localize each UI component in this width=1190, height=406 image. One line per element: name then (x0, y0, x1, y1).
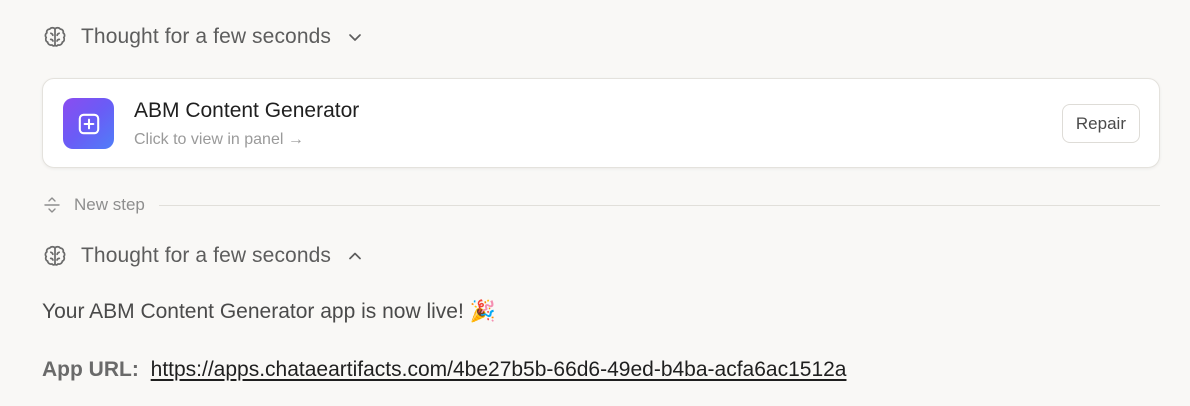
brain-icon (42, 243, 68, 269)
new-step-label: New step (74, 195, 145, 214)
thought-label-1: Thought for a few seconds (81, 25, 331, 48)
thought-toggle-2[interactable]: Thought for a few seconds (42, 242, 364, 270)
plus-square-icon (63, 98, 114, 149)
step-divider-icon (42, 195, 62, 215)
artifact-subtitle: Click to view in panel → (134, 131, 304, 148)
thought-toggle-1[interactable]: Thought for a few seconds (42, 23, 364, 51)
artifact-card[interactable]: ABM Content Generator Click to view in p… (42, 78, 1160, 168)
new-step-divider: New step (42, 194, 1160, 216)
app-url-label: App URL: (42, 358, 139, 381)
app-url-link[interactable]: https://apps.chataeartifacts.com/4be27b5… (151, 358, 847, 381)
artifact-title: ABM Content Generator (134, 99, 360, 122)
divider-line (158, 204, 1160, 206)
brain-icon (42, 24, 68, 50)
repair-button[interactable]: Repair (1061, 104, 1140, 143)
app-url-line: App URL: https://apps.chataeartifacts.co… (42, 358, 846, 382)
chevron-down-icon[interactable] (346, 28, 364, 46)
chevron-up-icon[interactable] (346, 247, 364, 265)
chat-transcript: Thought for a few seconds ABM Content Ge… (0, 0, 1190, 406)
thought-label-2: Thought for a few seconds (81, 244, 331, 267)
assistant-message: Your ABM Content Generator app is now li… (42, 300, 496, 323)
